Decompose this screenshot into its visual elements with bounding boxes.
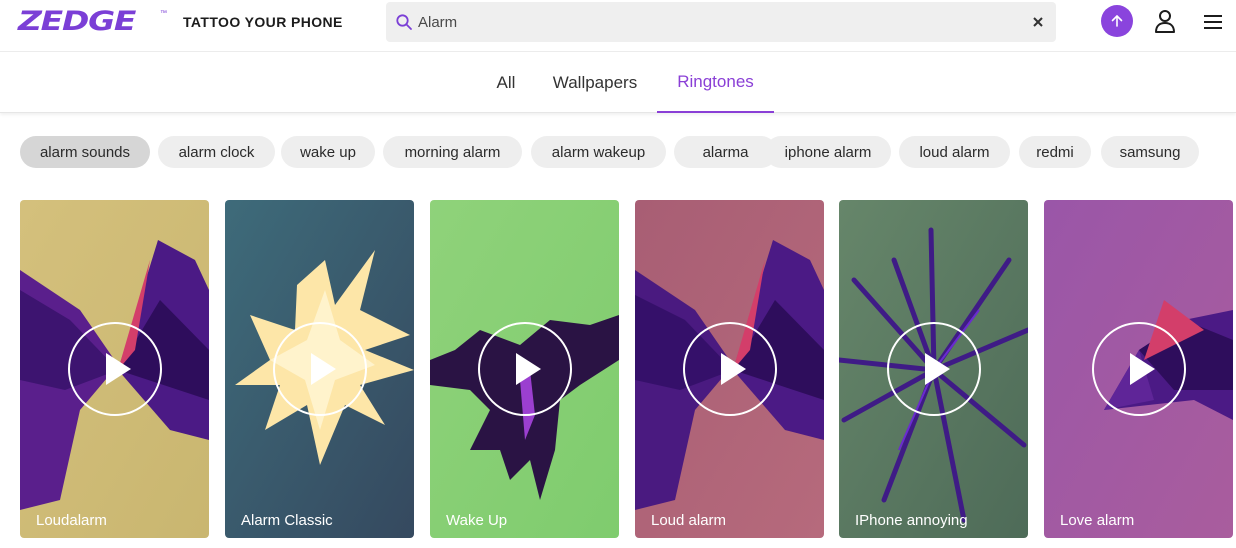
upload-button[interactable] (1101, 5, 1133, 37)
ringtone-card[interactable]: IPhone annoying (839, 200, 1028, 538)
chip-morning-alarm[interactable]: morning alarm (383, 136, 522, 168)
chip-wake-up[interactable]: wake up (281, 136, 375, 168)
chip-alarm-wakeup[interactable]: alarm wakeup (531, 136, 666, 168)
play-icon (311, 353, 336, 385)
logo-trademark: ™ (160, 10, 167, 17)
ringtone-card[interactable]: Love alarm (1044, 200, 1233, 538)
search-icon (396, 14, 412, 30)
play-icon (925, 353, 950, 385)
play-button[interactable] (1092, 322, 1186, 416)
search-bar (386, 2, 1056, 42)
play-button[interactable] (478, 322, 572, 416)
play-icon (516, 353, 541, 385)
play-icon (721, 353, 746, 385)
ringtone-card[interactable]: Loudalarm (20, 200, 209, 538)
play-icon (106, 353, 131, 385)
ringtone-title: Loudalarm (36, 512, 107, 529)
chip-loud-alarm[interactable]: loud alarm (899, 136, 1010, 168)
user-icon[interactable] (1152, 8, 1178, 34)
hamburger-menu-icon[interactable] (1200, 10, 1226, 34)
ringtone-title: Loud alarm (651, 512, 727, 529)
play-button[interactable] (273, 322, 367, 416)
search-input[interactable] (418, 11, 1018, 33)
clear-search-button[interactable] (1028, 12, 1048, 32)
ringtone-title: Wake Up (446, 512, 508, 529)
play-icon (1130, 353, 1155, 385)
chip-samsung[interactable]: samsung (1101, 136, 1199, 168)
play-button[interactable] (683, 322, 777, 416)
logo-text: ZEDGE (18, 6, 136, 37)
play-button[interactable] (887, 322, 981, 416)
ringtone-title: IPhone annoying (855, 512, 968, 529)
content-type-tabs: All Wallpapers Ringtones (0, 52, 1236, 113)
chip-redmi[interactable]: redmi (1019, 136, 1091, 168)
tab-wallpapers[interactable]: Wallpapers (538, 52, 652, 113)
tagline: TATTOO YOUR PHONE (183, 14, 343, 30)
chip-alarma[interactable]: alarma (674, 136, 777, 168)
ringtone-card[interactable]: Loud alarm (635, 200, 824, 538)
close-icon (1033, 17, 1043, 27)
ringtone-title: Alarm Classic (241, 512, 333, 529)
zedge-logo[interactable]: ZEDGE ™ (18, 8, 167, 38)
ringtone-card[interactable]: Alarm Classic (225, 200, 414, 538)
ringtone-title: Love alarm (1060, 512, 1135, 529)
tab-all[interactable]: All (481, 52, 531, 113)
chip-iphone-alarm[interactable]: iphone alarm (765, 136, 891, 168)
chip-alarm-clock[interactable]: alarm clock (158, 136, 275, 168)
top-header: ZEDGE ™ TATTOO YOUR PHONE (0, 0, 1236, 52)
tab-ringtones[interactable]: Ringtones (657, 52, 774, 113)
upload-arrow-icon (1111, 15, 1123, 27)
play-button[interactable] (68, 322, 162, 416)
chip-alarm-sounds[interactable]: alarm sounds (20, 136, 150, 168)
ringtone-card[interactable]: Wake Up (430, 200, 619, 538)
